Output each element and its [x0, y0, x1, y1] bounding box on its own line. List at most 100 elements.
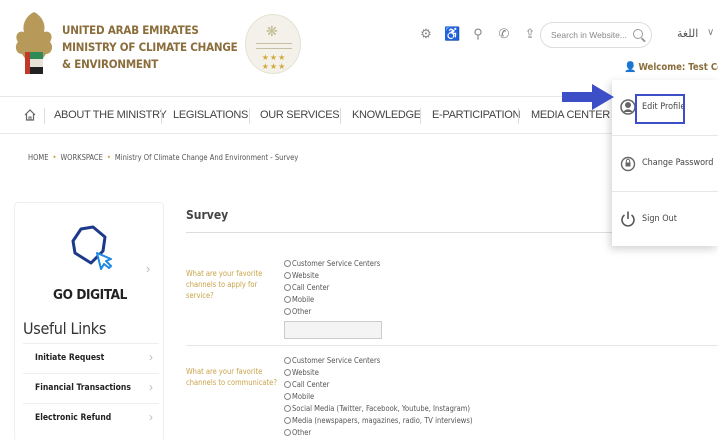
ministry-name[interactable]: UNITED ARAB EMIRATES MINISTRY OF CLIMATE…: [62, 22, 238, 73]
chevron-right-icon: ›: [146, 261, 151, 276]
survey-title: Survey: [186, 208, 229, 222]
nav-divider: [44, 108, 45, 124]
breadcrumb-workspace[interactable]: WORKSPACE: [60, 153, 102, 162]
uae-emblem-logo: [15, 12, 53, 74]
accessibility-icon[interactable]: ♿: [444, 26, 460, 42]
radio-button[interactable]: [284, 429, 291, 436]
power-icon: [621, 211, 635, 227]
nav-divider: [518, 108, 519, 124]
nav-item-legislations[interactable]: LEGISLATIONS: [173, 109, 248, 121]
nav-item-services[interactable]: OUR SERVICES: [260, 109, 340, 121]
option-label: Call Center: [292, 380, 330, 389]
welcome-text: Welcome: Test Com: [638, 62, 718, 73]
share-icon[interactable]: ⇪: [522, 26, 538, 42]
nav-divider: [420, 108, 421, 124]
option-label: Website: [292, 271, 319, 280]
welcome-user[interactable]: 👤Welcome: Test Com: [624, 62, 718, 73]
menu-item-change-password[interactable]: Change Password: [612, 136, 718, 192]
breadcrumb: HOME • WORKSPACE • Ministry Of Climate Chang…: [28, 153, 299, 162]
chevron-down-icon: ∨: [707, 27, 715, 38]
nav-divider: [340, 108, 341, 124]
pointer-arrow-annotation: [562, 84, 614, 110]
radio-option[interactable]: Call Center: [284, 282, 382, 294]
radio-option[interactable]: Customer Service Centers: [284, 355, 472, 367]
org-line-1: UNITED ARAB EMIRATES: [62, 23, 199, 37]
question-1-options: Customer Service Centers Website Call Ce…: [284, 258, 382, 339]
radio-button[interactable]: [284, 417, 291, 424]
breadcrumb-current: Ministry Of Climate Change And Environme…: [114, 153, 299, 162]
radio-option[interactable]: Other: [284, 306, 382, 318]
lock-icon: [620, 156, 636, 172]
question-divider: [186, 345, 718, 346]
chevron-right-icon: ›: [149, 350, 153, 364]
radio-option[interactable]: Mobile: [284, 391, 472, 403]
excellence-badge-logo: ❋ ★★★ ★★★: [245, 14, 301, 74]
radio-button[interactable]: [284, 260, 291, 267]
go-digital-icon: [71, 225, 112, 270]
option-label: Mobile: [292, 295, 315, 304]
org-line-2: MINISTRY OF CLIMATE CHANGE: [62, 40, 238, 54]
useful-link-label: Financial Transactions: [35, 383, 131, 393]
radio-option[interactable]: Other: [284, 427, 472, 439]
nav-item-knowledge[interactable]: KNOWLEDGE: [352, 109, 421, 121]
user-menu-dropdown: Edit Profile Change Password Sign Out: [612, 80, 718, 246]
radio-button[interactable]: [284, 284, 291, 291]
radio-button[interactable]: [284, 369, 291, 376]
useful-link-item[interactable]: Electronic Refund ›: [23, 403, 159, 433]
radio-option[interactable]: Customer Service Centers: [284, 258, 382, 270]
radio-button[interactable]: [284, 405, 291, 412]
sitemap-icon[interactable]: ⚲: [470, 26, 486, 42]
nav-item-about[interactable]: ABOUT THE MINISTRY: [54, 109, 167, 121]
useful-links-title: Useful Links: [23, 319, 107, 338]
language-switcher[interactable]: اللغة ∨: [665, 24, 715, 46]
radio-option[interactable]: Mobile: [284, 294, 382, 306]
question-2-text: What are your favorite channels to commu…: [186, 367, 277, 387]
search-icon[interactable]: [633, 29, 643, 39]
option-label: Other: [292, 307, 312, 316]
nav-divider: [161, 108, 162, 124]
radio-option[interactable]: Media (newspapers, magazines, radio, TV …: [284, 415, 472, 427]
chevron-right-icon: ›: [149, 410, 153, 424]
radio-button[interactable]: [284, 381, 291, 388]
nav-item-e-participation[interactable]: E-PARTICIPATION: [432, 109, 521, 121]
option-label: Customer Service Centers: [292, 259, 381, 268]
go-digital-banner[interactable]: GO DIGITAL ›: [15, 213, 165, 303]
radio-button[interactable]: [284, 357, 291, 364]
nav-divider: [249, 108, 250, 124]
radio-option[interactable]: Social Media (Twitter, Facebook, Youtube…: [284, 403, 472, 415]
menu-item-edit-profile[interactable]: Edit Profile: [612, 80, 718, 136]
phone-icon[interactable]: ✆: [496, 26, 512, 42]
go-digital-text: GO DIGITAL: [53, 287, 127, 303]
radio-button[interactable]: [284, 393, 291, 400]
other-text-input[interactable]: [284, 321, 382, 339]
chevron-right-icon: ›: [149, 380, 153, 394]
radio-option[interactable]: Call Center: [284, 379, 472, 391]
site-search: [540, 22, 652, 48]
settings-icon[interactable]: ⚙: [418, 26, 434, 42]
option-label: Social Media (Twitter, Facebook, Youtube…: [292, 404, 471, 413]
radio-button[interactable]: [284, 272, 291, 279]
useful-link-item[interactable]: Initiate Request ›: [23, 343, 159, 373]
user-icon: 👤: [624, 62, 637, 73]
useful-link-item[interactable]: Financial Transactions ›: [23, 373, 159, 403]
useful-link-label: Initiate Request: [35, 353, 105, 363]
option-label: Media (newspapers, magazines, radio, TV …: [292, 416, 473, 425]
option-label: Mobile: [292, 392, 315, 401]
radio-option[interactable]: Website: [284, 367, 472, 379]
change-password-label: Change Password: [642, 158, 714, 168]
language-label: اللغة: [677, 28, 699, 40]
nav-item-media-center[interactable]: MEDIA CENTER: [531, 109, 610, 121]
option-label: Website: [292, 368, 319, 377]
home-icon[interactable]: [23, 108, 37, 122]
radio-button[interactable]: [284, 308, 291, 315]
menu-item-sign-out[interactable]: Sign Out: [612, 192, 718, 248]
radio-button[interactable]: [284, 296, 291, 303]
breadcrumb-home[interactable]: HOME: [28, 153, 48, 162]
search-input[interactable]: [551, 30, 627, 40]
sidebar-panel: GO DIGITAL › Useful Links Initiate Reque…: [14, 202, 164, 440]
question-1-text: What are your favorite channels to apply…: [186, 269, 263, 300]
profile-icon: [620, 99, 636, 115]
option-label: Other: [292, 428, 312, 437]
radio-option[interactable]: Website: [284, 270, 382, 282]
highlight-box: [635, 94, 685, 124]
